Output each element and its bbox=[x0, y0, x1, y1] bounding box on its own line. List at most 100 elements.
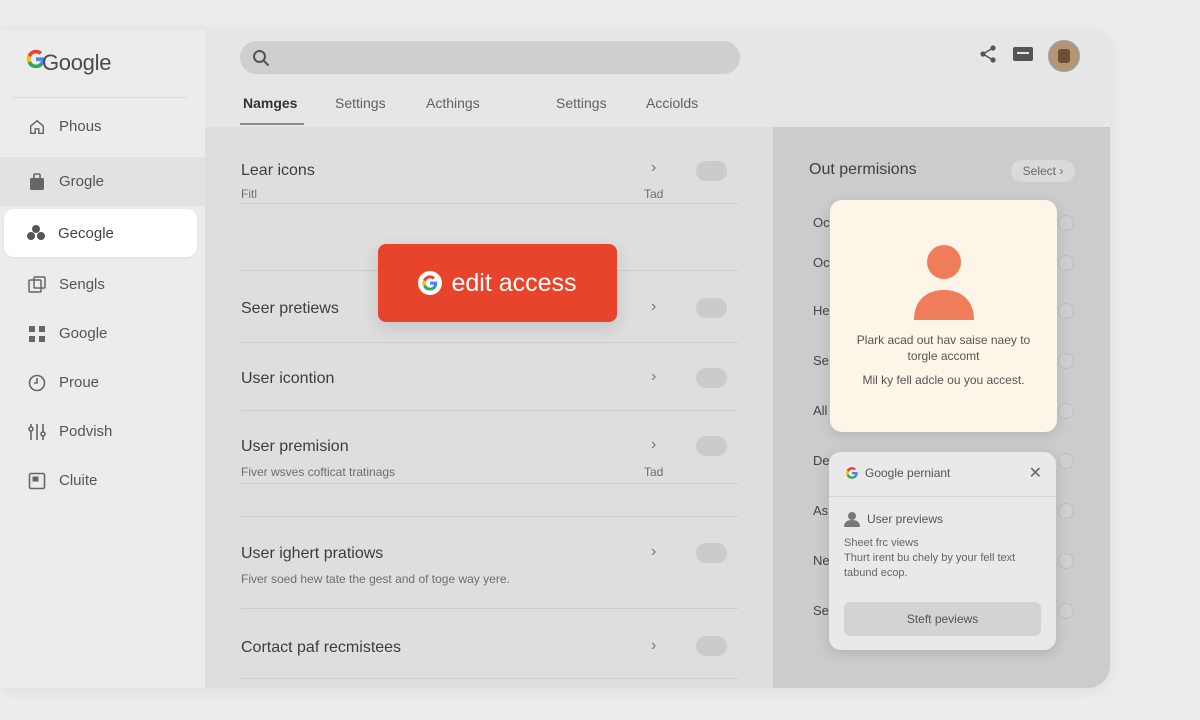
permission-radio[interactable] bbox=[1058, 215, 1074, 231]
row-subtitle: Fitl bbox=[241, 187, 257, 201]
row-toggle[interactable] bbox=[696, 298, 727, 318]
sidebar-item-label: Sengls bbox=[59, 276, 105, 293]
row-divider bbox=[241, 608, 738, 609]
row-subtitle: Fiver wsves cofticat tratinags bbox=[241, 465, 396, 479]
inbox-icon[interactable] bbox=[1012, 45, 1034, 68]
permission-radio[interactable] bbox=[1058, 303, 1074, 319]
permission-radio[interactable] bbox=[1058, 603, 1074, 619]
active-tab-indicator bbox=[240, 123, 304, 125]
permission-radio[interactable] bbox=[1058, 453, 1074, 469]
permission-radio[interactable] bbox=[1058, 403, 1074, 419]
row-divider bbox=[241, 342, 738, 343]
permission-label: Ne bbox=[813, 553, 830, 568]
dialog-desc-title: Sheet frc views bbox=[844, 537, 919, 549]
tab-acthings[interactable]: Acthings bbox=[426, 95, 480, 111]
sidebar-item-google[interactable]: Google bbox=[0, 309, 205, 358]
main-content bbox=[205, 30, 773, 688]
select-label: Select bbox=[1022, 164, 1056, 178]
row-divider bbox=[241, 516, 738, 517]
dialog-desc-body: Thurt irent bu chely by your fell text t… bbox=[844, 552, 1016, 579]
sidebar-divider bbox=[12, 97, 187, 98]
sidebar-item-podvish[interactable]: Podvish bbox=[0, 407, 205, 456]
chevron-right-icon[interactable]: › bbox=[651, 159, 656, 177]
row-title: Seer pretiews bbox=[241, 300, 339, 317]
dialog-item-label: User previews bbox=[867, 512, 944, 526]
google-g-icon bbox=[418, 271, 443, 295]
row-divider bbox=[241, 203, 738, 204]
permission-card: Plark acad out hav saise naey to torgle … bbox=[830, 200, 1057, 432]
row-divider bbox=[241, 678, 738, 679]
sidebar-item-proue[interactable]: Proue bbox=[0, 358, 205, 407]
sidebar-item-label: Proue bbox=[59, 374, 100, 391]
grid-icon bbox=[27, 324, 47, 344]
google-permission-dialog: Google perniant ✕ User previews Sheet fr… bbox=[829, 452, 1056, 650]
sliders-icon bbox=[27, 422, 47, 442]
sidebar-item-label: Podvish bbox=[59, 423, 113, 440]
user-icon bbox=[844, 511, 860, 527]
sidebar-item-sengls[interactable]: Sengls bbox=[0, 260, 205, 309]
share-icon[interactable] bbox=[978, 44, 998, 69]
permission-label: Se bbox=[813, 353, 829, 368]
dialog-header: Google perniant bbox=[845, 466, 950, 480]
close-icon[interactable]: ✕ bbox=[1029, 463, 1042, 483]
dialog-item: User previews bbox=[844, 511, 943, 527]
edit-access-button[interactable]: edit access bbox=[378, 244, 617, 322]
row-title: Lear icons bbox=[241, 162, 315, 179]
tab-settings[interactable]: Settings bbox=[335, 95, 386, 111]
permission-label: He bbox=[813, 303, 830, 318]
row-toggle[interactable] bbox=[696, 436, 727, 456]
row-divider bbox=[241, 483, 738, 484]
tab-acciolds[interactable]: Acciolds bbox=[646, 95, 698, 111]
row-title: User icontion bbox=[241, 370, 335, 387]
permission-label: As bbox=[813, 503, 829, 518]
window-icon bbox=[27, 471, 47, 491]
sidebar-item-phous[interactable]: Phous bbox=[0, 102, 205, 151]
row-subtitle: Fiver soed hew tate the gest and of toge… bbox=[241, 572, 510, 586]
chevron-right-icon[interactable]: › bbox=[651, 543, 656, 561]
permission-label: De bbox=[813, 453, 830, 468]
tab-namges[interactable]: Namges bbox=[243, 95, 297, 111]
search-input[interactable] bbox=[240, 41, 740, 74]
permission-label: Oc bbox=[813, 215, 830, 230]
chevron-right-icon[interactable]: › bbox=[651, 298, 656, 316]
chevron-right-icon[interactable]: › bbox=[651, 368, 656, 386]
bag-icon bbox=[27, 172, 47, 192]
permission-label: Se bbox=[813, 603, 829, 618]
sidebar-item-label: Google bbox=[59, 325, 108, 342]
row-toggle[interactable] bbox=[696, 636, 727, 656]
dialog-divider bbox=[829, 496, 1056, 497]
brand-logo[interactable]: Google bbox=[25, 48, 111, 77]
row-toggle[interactable] bbox=[696, 368, 727, 388]
row-toggle[interactable] bbox=[696, 161, 727, 181]
home-icon bbox=[27, 117, 47, 137]
google-g-icon bbox=[845, 466, 859, 480]
row-title: User premision bbox=[241, 438, 349, 455]
sidebar-item-grogle[interactable]: Grogle bbox=[0, 157, 205, 206]
sidebar-item-cluite[interactable]: Cluite bbox=[0, 456, 205, 505]
edit-access-label: edit access bbox=[451, 268, 577, 297]
sidebar-item-label: Gecogle bbox=[58, 224, 114, 242]
permission-radio[interactable] bbox=[1058, 353, 1074, 369]
chevron-right-icon[interactable]: › bbox=[651, 436, 656, 454]
card-description: Plark acad out hav saise naey to torgle … bbox=[856, 333, 1031, 363]
search-icon bbox=[252, 49, 270, 72]
tab-bar: Namges Settings Acthings Settings Acciol… bbox=[240, 95, 760, 127]
permission-radio[interactable] bbox=[1058, 553, 1074, 569]
permission-label: All bbox=[813, 403, 828, 418]
card-note: Mil ky fell adcle ou you accest. bbox=[862, 373, 1025, 387]
permission-radio[interactable] bbox=[1058, 255, 1074, 271]
select-button[interactable]: Select › bbox=[1011, 160, 1075, 182]
sidebar-item-gecogle[interactable]: Gecogle bbox=[4, 209, 197, 257]
permission-radio[interactable] bbox=[1058, 503, 1074, 519]
row-toggle[interactable] bbox=[696, 543, 727, 563]
row-meta: Tad bbox=[644, 187, 664, 201]
sidebar-item-label: Grogle bbox=[59, 173, 105, 190]
row-divider bbox=[241, 410, 738, 411]
permission-label: Oc bbox=[813, 255, 830, 270]
avatar[interactable] bbox=[1048, 40, 1080, 72]
sidebar-item-label: Phous bbox=[59, 118, 102, 135]
tab-settings-2[interactable]: Settings bbox=[556, 95, 607, 111]
dialog-action-button[interactable]: Steft peviews bbox=[844, 602, 1041, 636]
chevron-right-icon[interactable]: › bbox=[651, 637, 656, 655]
people-icon bbox=[26, 223, 46, 243]
